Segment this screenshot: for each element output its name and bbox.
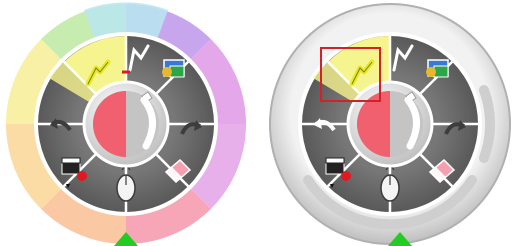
screen-capture-icon[interactable] <box>426 59 449 78</box>
tool-wheel-colored-graphic <box>5 2 247 246</box>
tool-wheel-stage <box>0 0 513 246</box>
screen-capture-icon[interactable] <box>162 59 185 78</box>
tool-wheel-grey-graphic <box>269 3 511 246</box>
tool-wheel-colored <box>4 0 248 246</box>
tool-wheel-grey <box>268 0 512 246</box>
